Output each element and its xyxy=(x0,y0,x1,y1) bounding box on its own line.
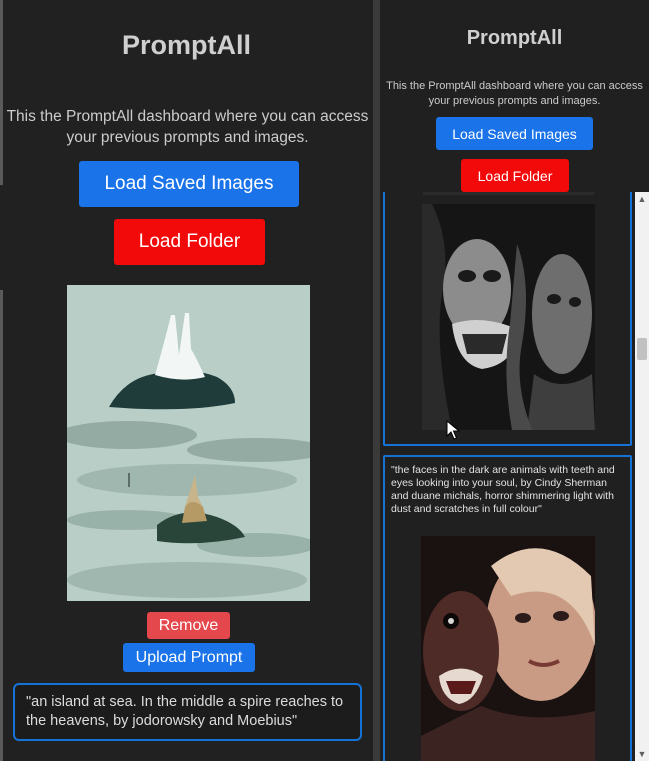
dashboard-description: This the PromptAll dashboard where you c… xyxy=(6,108,369,146)
generated-image-faces-horror xyxy=(421,536,595,761)
upload-prompt-button[interactable]: Upload Prompt xyxy=(123,643,255,672)
list-item[interactable] xyxy=(383,192,632,446)
saved-images-list[interactable]: "the faces in the dark are animals with … xyxy=(380,192,649,761)
chevron-down-icon[interactable]: ▼ xyxy=(635,747,649,761)
chevron-up-icon[interactable]: ▲ xyxy=(635,192,649,206)
load-folder-button[interactable]: Load Folder xyxy=(461,159,569,192)
previous-image-fragment xyxy=(423,192,594,195)
right-dashboard-panel: PromptAll This the PromptAll dashboard w… xyxy=(380,0,649,761)
dashboard-description: This the PromptAll dashboard where you c… xyxy=(386,80,643,107)
load-saved-images-button[interactable]: Load Saved Images xyxy=(79,161,299,207)
window-divider xyxy=(373,0,380,761)
left-dashboard-panel: PromptAll This the PromptAll dashboard w… xyxy=(0,0,373,761)
list-item[interactable]: "the faces in the dark are animals with … xyxy=(383,455,632,761)
remove-button[interactable]: Remove xyxy=(147,612,230,639)
mouse-pointer-icon xyxy=(446,419,461,440)
panel-edge-mark xyxy=(0,290,3,761)
card-prompt-text: "the faces in the dark are animals with … xyxy=(391,464,615,515)
load-saved-images-button[interactable]: Load Saved Images xyxy=(436,117,593,150)
scrollbar-thumb[interactable] xyxy=(637,338,647,360)
panel-edge-mark xyxy=(0,0,3,185)
load-folder-button[interactable]: Load Folder xyxy=(114,219,265,265)
vertical-scrollbar[interactable]: ▲ ▼ xyxy=(635,192,649,761)
prompt-text-box[interactable]: "an island at sea. In the middle a spire… xyxy=(13,683,362,741)
page-title: PromptAll xyxy=(121,30,251,60)
page-title: PromptAll xyxy=(466,27,563,49)
generated-image-island-spire xyxy=(67,285,310,601)
generated-image-dark-faces xyxy=(422,204,595,430)
